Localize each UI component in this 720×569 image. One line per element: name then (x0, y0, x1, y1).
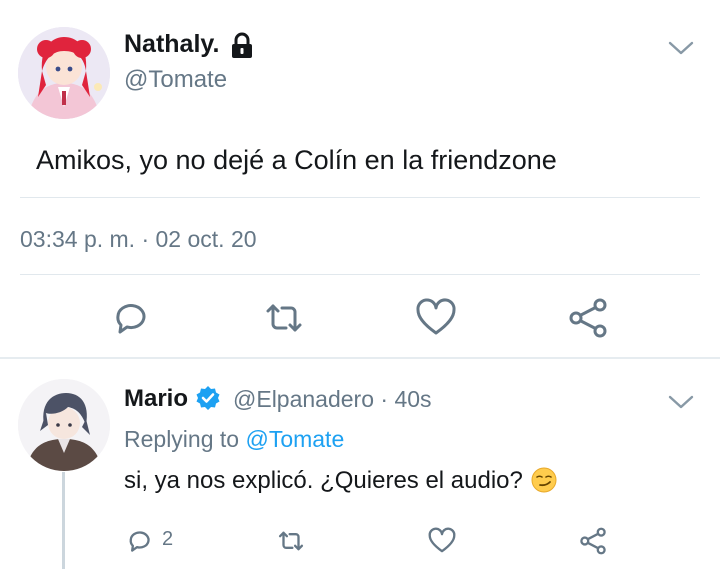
lock-icon (232, 32, 252, 58)
avatar[interactable] (18, 27, 110, 119)
tweet-text: Amikos, yo no dejé a Colín en la friendz… (36, 145, 557, 175)
retweet-icon[interactable] (262, 296, 306, 340)
share-icon[interactable] (566, 296, 610, 340)
avatar-image (18, 379, 110, 471)
verified-icon (196, 386, 220, 410)
like-icon[interactable] (414, 296, 458, 340)
thread-line (62, 472, 65, 569)
chevron-down-icon[interactable] (667, 392, 695, 412)
reply-author-name[interactable]: Mario (124, 385, 188, 413)
retweet-icon[interactable] (276, 526, 306, 556)
reply-avatar[interactable] (18, 379, 110, 471)
tweet-timestamp[interactable]: 03:34 p. m. · 02 oct. 20 (20, 226, 257, 253)
replying-handle-link[interactable]: @Tomate (245, 426, 344, 452)
avatar-image (18, 27, 110, 119)
replying-prefix: Replying to (124, 426, 240, 452)
chevron-down-icon[interactable] (667, 38, 695, 58)
reply-icon[interactable] (108, 296, 152, 340)
replying-to: Replying to @Tomate (124, 426, 344, 453)
tweet-separator (0, 357, 720, 359)
reply-count: 2 (162, 528, 174, 550)
like-icon[interactable] (427, 526, 457, 556)
author-handle[interactable]: @Tomate (124, 66, 227, 94)
author-name[interactable]: Nathaly. (124, 30, 219, 59)
share-icon[interactable] (578, 526, 608, 556)
divider (20, 197, 700, 198)
reply-handle-time[interactable]: @Elpanadero · 40s (233, 386, 432, 413)
reply-icon[interactable] (124, 526, 154, 556)
smirk-emoji (531, 467, 557, 493)
reply-text: si, ya nos explicó. ¿Quieres el audio? (124, 467, 523, 494)
divider (20, 274, 700, 275)
